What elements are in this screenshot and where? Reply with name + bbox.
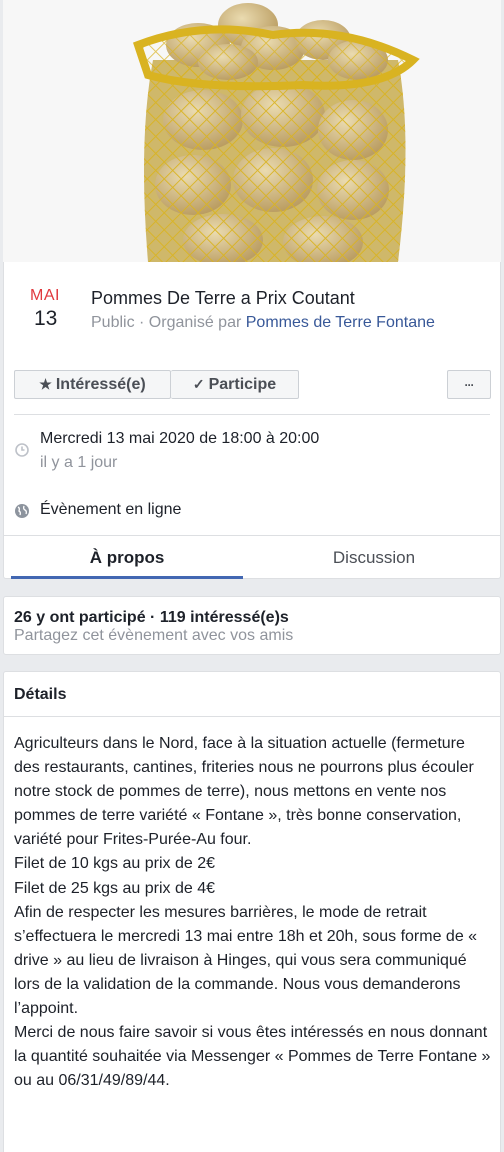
details-paragraph: Filet de 25 kgs au prix de 4€ — [14, 879, 216, 897]
event-meta: Public · Organisé par Pommes de Terre Fo… — [91, 313, 481, 332]
event-location: Évènement en ligne — [40, 501, 182, 518]
details-card: Détails Agriculteurs dans le Nord, face … — [3, 671, 501, 1152]
share-prompt[interactable]: Partagez cet évènement avec vos amis — [14, 627, 293, 645]
attendance-card: 26 y ont participé · 119 intéressé(e)s P… — [3, 596, 501, 655]
details-title: Détails — [14, 686, 67, 703]
details-header: Détails — [4, 672, 500, 717]
event-datetime-row: Mercredi 13 mai 2020 de 18:00 à 20:00 il… — [14, 427, 490, 477]
going-button[interactable]: ✓ Participe — [171, 370, 299, 399]
event-title: Pommes De Terre a Prix Coutant — [91, 288, 355, 308]
details-paragraph: Afin de respecter les mesures barrières,… — [14, 903, 478, 1018]
star-icon: ★ — [39, 376, 52, 392]
details-paragraph: Agriculteurs dans le Nord, face à la sit… — [14, 735, 474, 849]
more-options-icon: ··· — [464, 377, 475, 392]
details-paragraph: Filet de 10 kgs au prix de 2€ — [14, 855, 216, 873]
going-label: Participe — [208, 375, 277, 393]
interested-button[interactable]: ★ Intéressé(e) — [14, 370, 171, 399]
event-date-month: MAI — [30, 287, 60, 304]
divider — [14, 414, 490, 415]
interested-label: Intéressé(e) — [55, 375, 146, 393]
event-date-day: 13 — [34, 307, 58, 330]
event-header-card: MAI 13 Pommes De Terre a Prix Coutant Pu… — [3, 262, 501, 579]
tab-discussion[interactable]: Discussion — [258, 536, 490, 579]
event-relative-time: il y a 1 jour — [40, 454, 118, 471]
globe-icon — [15, 504, 29, 518]
attendance-summary[interactable]: 26 y ont participé · 119 intéressé(e)s — [14, 609, 289, 627]
event-location-row: Évènement en ligne — [14, 498, 490, 522]
event-datetime: Mercredi 13 mai 2020 de 18:00 à 20:00 — [40, 430, 320, 447]
event-tabs: À propos Discussion — [4, 535, 500, 579]
details-paragraph: Merci de nous faire savoir si vous êtes … — [14, 1024, 491, 1090]
tab-about[interactable]: À propos — [11, 536, 243, 579]
event-cover-image — [3, 0, 501, 262]
check-icon: ✓ — [192, 376, 205, 392]
organizer-link[interactable]: Pommes de Terre Fontane — [246, 314, 435, 331]
clock-icon — [15, 443, 29, 457]
details-description: Agriculteurs dans le Nord, face à la sit… — [14, 732, 492, 1093]
event-privacy: Public · Organisé par — [91, 314, 242, 331]
more-options-button[interactable]: ··· — [447, 370, 491, 399]
